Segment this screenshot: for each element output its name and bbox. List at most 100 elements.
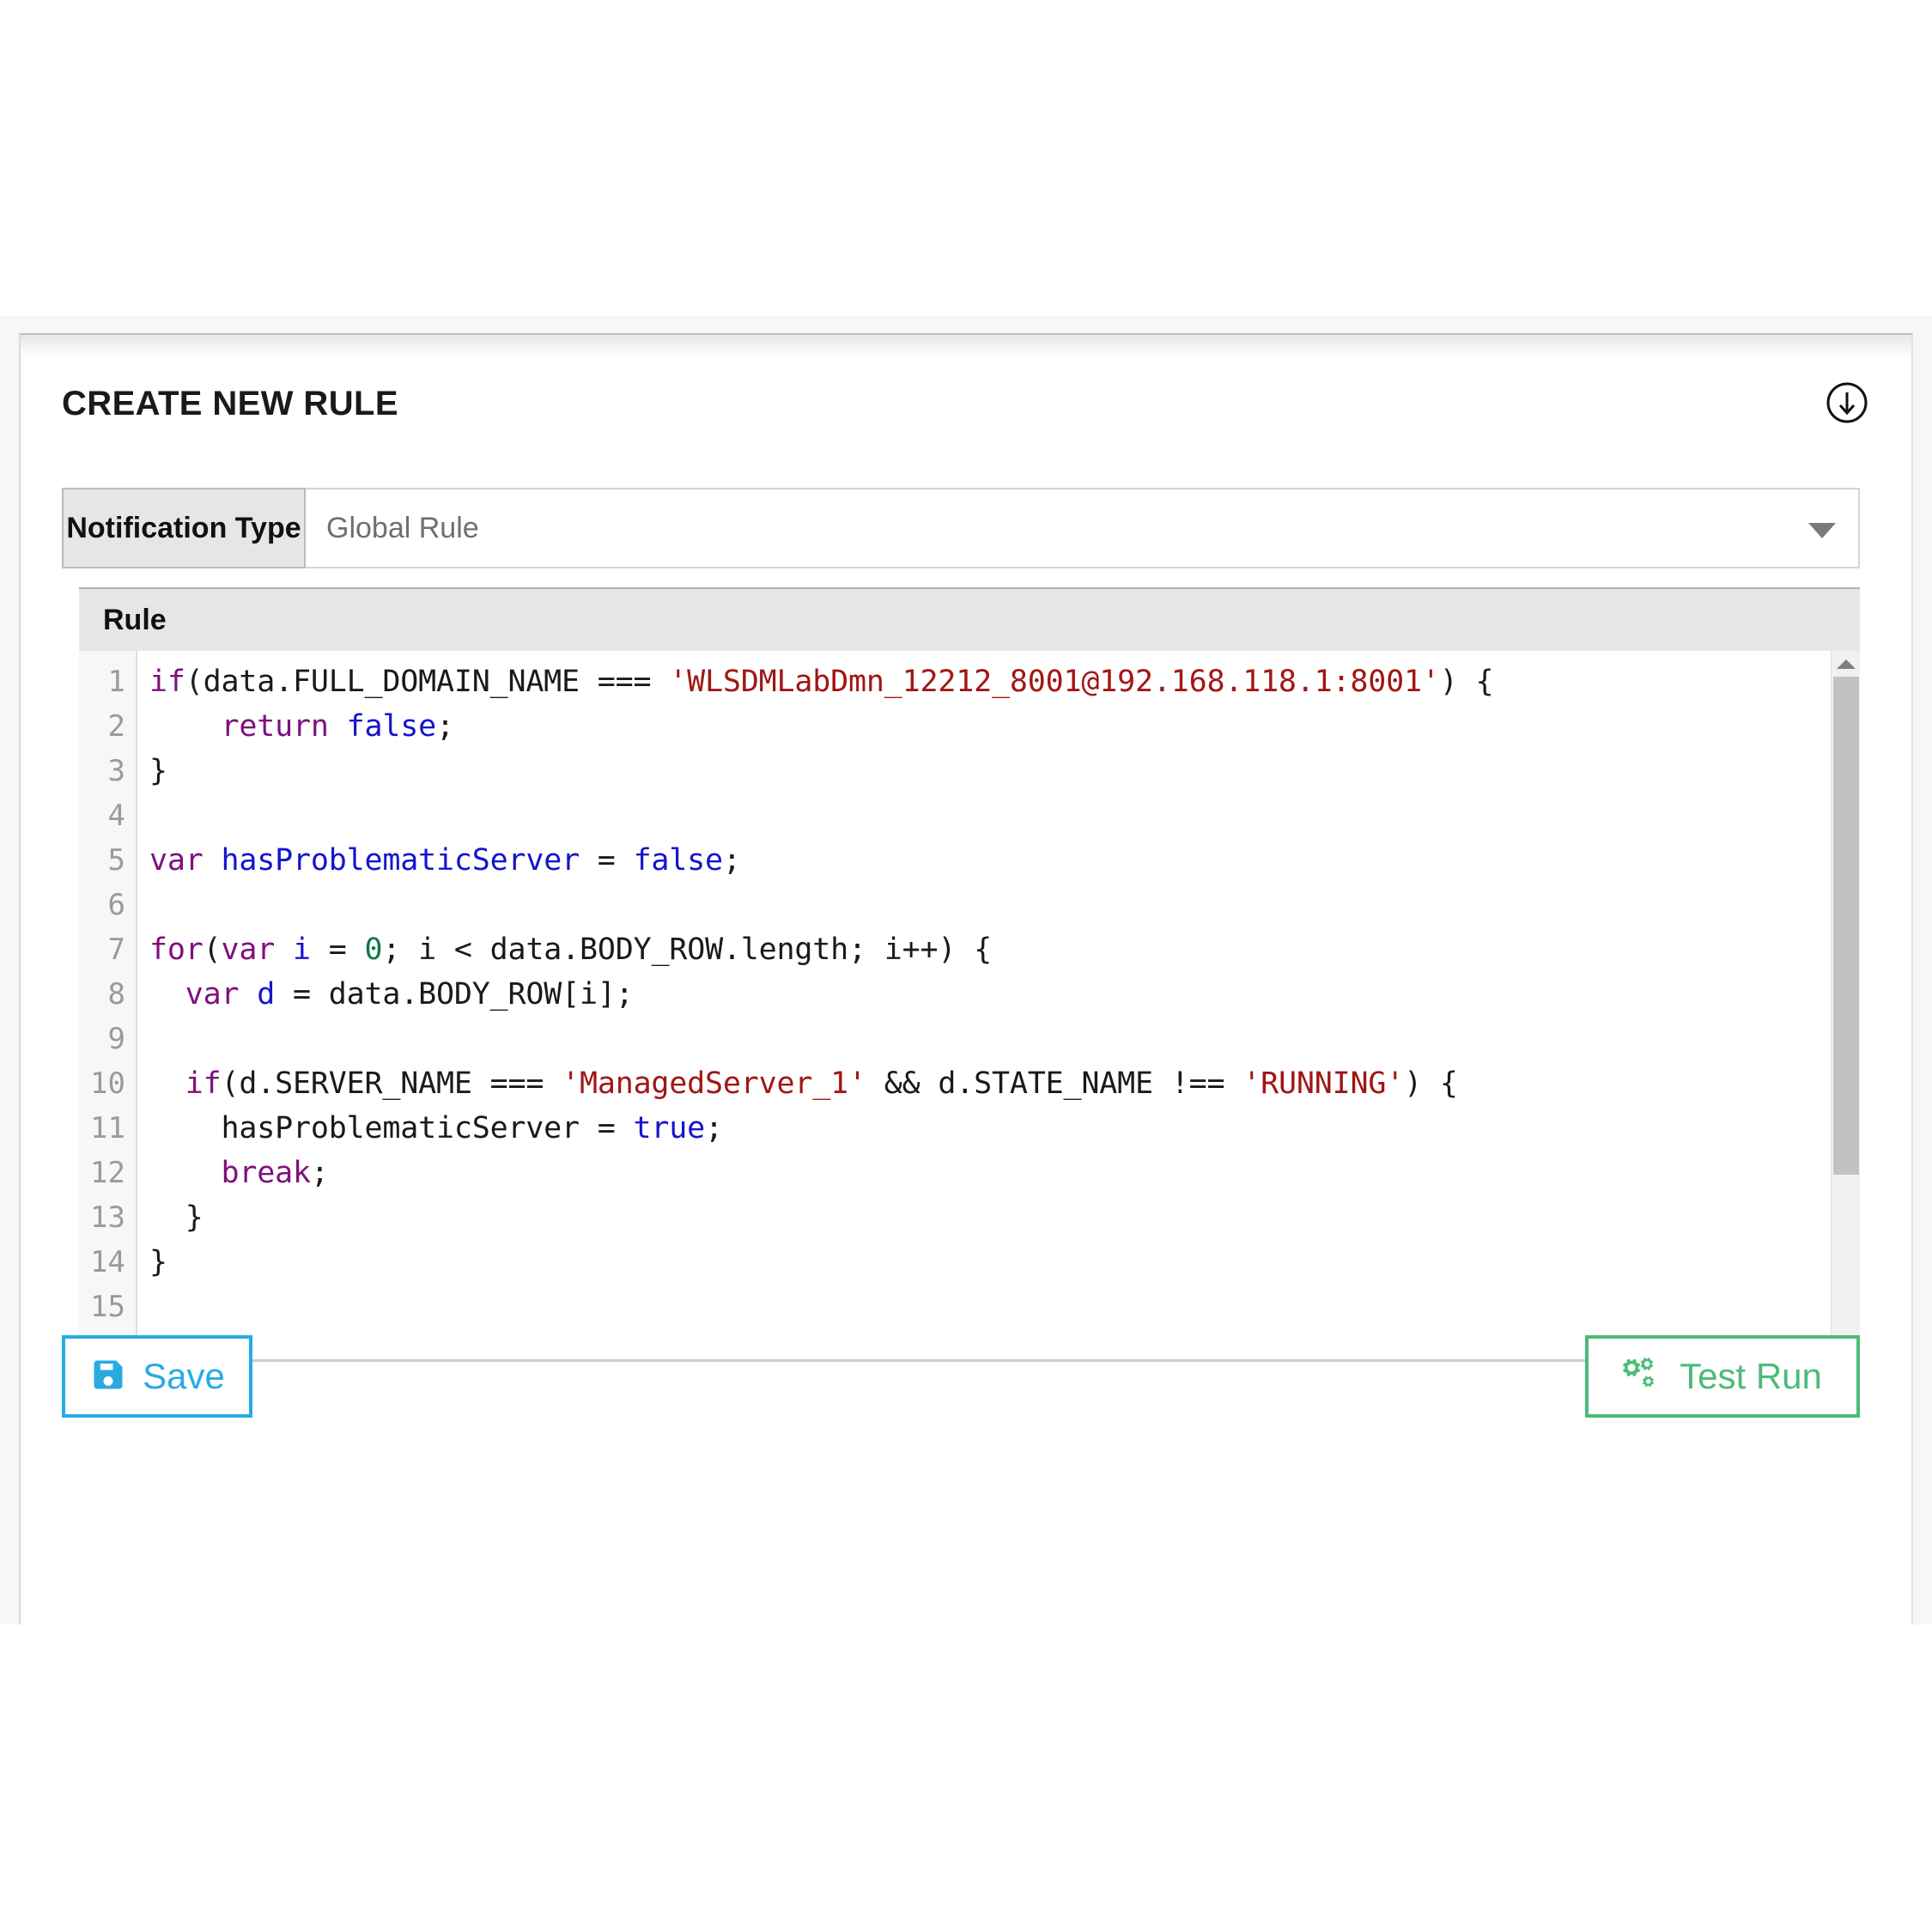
code-token: 'RUNNING' [1242, 1066, 1405, 1101]
panel-header: CREATE NEW RULE [62, 380, 1870, 434]
code-token: hasProblematicServer [221, 843, 580, 878]
editor-code-line: var d = data.BODY_ROW[i]; [149, 972, 1860, 1017]
code-token: ; [705, 1111, 723, 1145]
editor-line-number: 13 [90, 1200, 125, 1235]
editor-line-number: 3 [107, 754, 125, 788]
code-token: = [310, 933, 365, 967]
code-token: ; [310, 1156, 329, 1190]
rule-section: Rule 1 2 3 4 5 6 7 8 9 10 11 12 13 14 15 if(data.FULL_… [62, 587, 1860, 1362]
code-token: d [257, 977, 276, 1012]
code-token: if [185, 1066, 222, 1101]
rule-code-editor[interactable]: 1 2 3 4 5 6 7 8 9 10 11 12 13 14 15 if(data.FULL_DOMAI… [79, 651, 1860, 1362]
code-token: ) { [1404, 1066, 1458, 1101]
editor-code-line [149, 883, 1860, 927]
editor-code-line: hasProblematicServer = true; [149, 1106, 1860, 1151]
code-token: = [579, 843, 634, 878]
code-token: ; [722, 843, 741, 878]
code-token: var [149, 843, 204, 878]
code-token: for [149, 933, 204, 967]
editor-code-line: } [149, 1195, 1860, 1240]
editor-vertical-scrollbar[interactable] [1831, 651, 1860, 1362]
editor-code-line: var hasProblematicServer = false; [149, 838, 1860, 883]
editor-code-line: } [149, 749, 1860, 793]
code-token: ( [203, 933, 222, 967]
page-title: CREATE NEW RULE [62, 385, 398, 422]
cogs-icon [1623, 1356, 1664, 1398]
editor-line-number: 5 [107, 843, 125, 878]
notification-type-selected-value: Global Rule [326, 511, 479, 544]
circle-arrow-down-icon[interactable] [1824, 380, 1870, 426]
action-bar: Save Test Run [62, 1335, 1860, 1418]
editor-line-number: 7 [107, 933, 125, 967]
code-token: 'ManagedServer_1' [562, 1066, 866, 1101]
editor-line-number: 1 [107, 665, 125, 699]
code-token: (data.FULL_DOMAIN_NAME === [185, 665, 670, 699]
editor-code-line [149, 1285, 1860, 1329]
editor-line-number: 12 [90, 1156, 125, 1190]
code-token: ) { [1439, 665, 1494, 699]
code-token: ; i < data.BODY_ROW.length; i++) { [382, 933, 993, 967]
code-token: 0 [364, 933, 383, 967]
editor-code-area[interactable]: if(data.FULL_DOMAIN_NAME === 'WLSDMLabDm… [137, 651, 1860, 1359]
editor-code-line: if(data.FULL_DOMAIN_NAME === 'WLSDMLabDm… [149, 659, 1860, 704]
editor-code-line [149, 793, 1860, 838]
editor-line-number: 10 [90, 1066, 125, 1101]
code-token: } [149, 1200, 204, 1235]
save-button-label: Save [143, 1356, 225, 1396]
editor-code-line: } [149, 1240, 1860, 1285]
code-token: false [633, 843, 724, 878]
editor-line-number: 9 [107, 1022, 125, 1056]
code-token: true [633, 1111, 706, 1145]
code-token: return [221, 709, 329, 744]
rule-section-title: Rule [103, 603, 167, 636]
test-run-button-label: Test Run [1680, 1356, 1822, 1396]
code-token: i [293, 933, 311, 967]
code-token: (d.SERVER_NAME === [221, 1066, 562, 1101]
code-token: = data.BODY_ROW[i]; [275, 977, 634, 1012]
code-token: hasProblematicServer = [149, 1111, 634, 1145]
triangle-up-icon[interactable] [1832, 653, 1861, 675]
code-token: } [149, 754, 167, 788]
editor-line-number: 11 [90, 1111, 125, 1145]
code-token: var [185, 977, 240, 1012]
scrollbar-thumb[interactable] [1833, 677, 1859, 1175]
code-token: && d.STATE_NAME !== [866, 1066, 1243, 1101]
editor-line-number-gutter: 1 2 3 4 5 6 7 8 9 10 11 12 13 14 15 [79, 651, 137, 1359]
rule-section-header: Rule [79, 587, 1860, 651]
editor-code-line: if(d.SERVER_NAME === 'ManagedServer_1' &… [149, 1061, 1860, 1106]
code-token: var [221, 933, 276, 967]
test-run-button[interactable]: Test Run [1585, 1335, 1860, 1418]
notification-type-row: Notification Type Global Rule [62, 488, 1860, 568]
editor-line-number: 6 [107, 888, 125, 922]
editor-line-number: 4 [107, 799, 125, 833]
save-button[interactable]: Save [62, 1335, 252, 1418]
code-token: 'WLSDMLabDmn_12212_8001@192.168.118.1:80… [669, 665, 1440, 699]
create-new-rule-panel: CREATE NEW RULE Notification Type Global… [19, 333, 1913, 1625]
editor-code-line: for(var i = 0; i < data.BODY_ROW.length;… [149, 927, 1860, 972]
chevron-down-icon [1808, 523, 1836, 538]
code-token: ; [435, 709, 454, 744]
page-background: CREATE NEW RULE Notification Type Global… [0, 316, 1932, 1625]
notification-type-label: Notification Type [62, 488, 306, 568]
code-token: break [221, 1156, 312, 1190]
editor-code-line [149, 1017, 1860, 1061]
code-token: } [149, 1245, 167, 1279]
editor-line-number: 15 [90, 1290, 125, 1324]
editor-code-line: break; [149, 1151, 1860, 1195]
editor-line-number: 8 [107, 977, 125, 1012]
code-token: if [149, 665, 185, 699]
code-token: false [346, 709, 437, 744]
editor-line-number: 14 [90, 1245, 125, 1279]
notification-type-select[interactable]: Global Rule [306, 488, 1860, 568]
floppy-disk-save-icon [89, 1356, 127, 1398]
editor-line-number: 2 [107, 709, 125, 744]
editor-code-line: return false; [149, 704, 1860, 749]
